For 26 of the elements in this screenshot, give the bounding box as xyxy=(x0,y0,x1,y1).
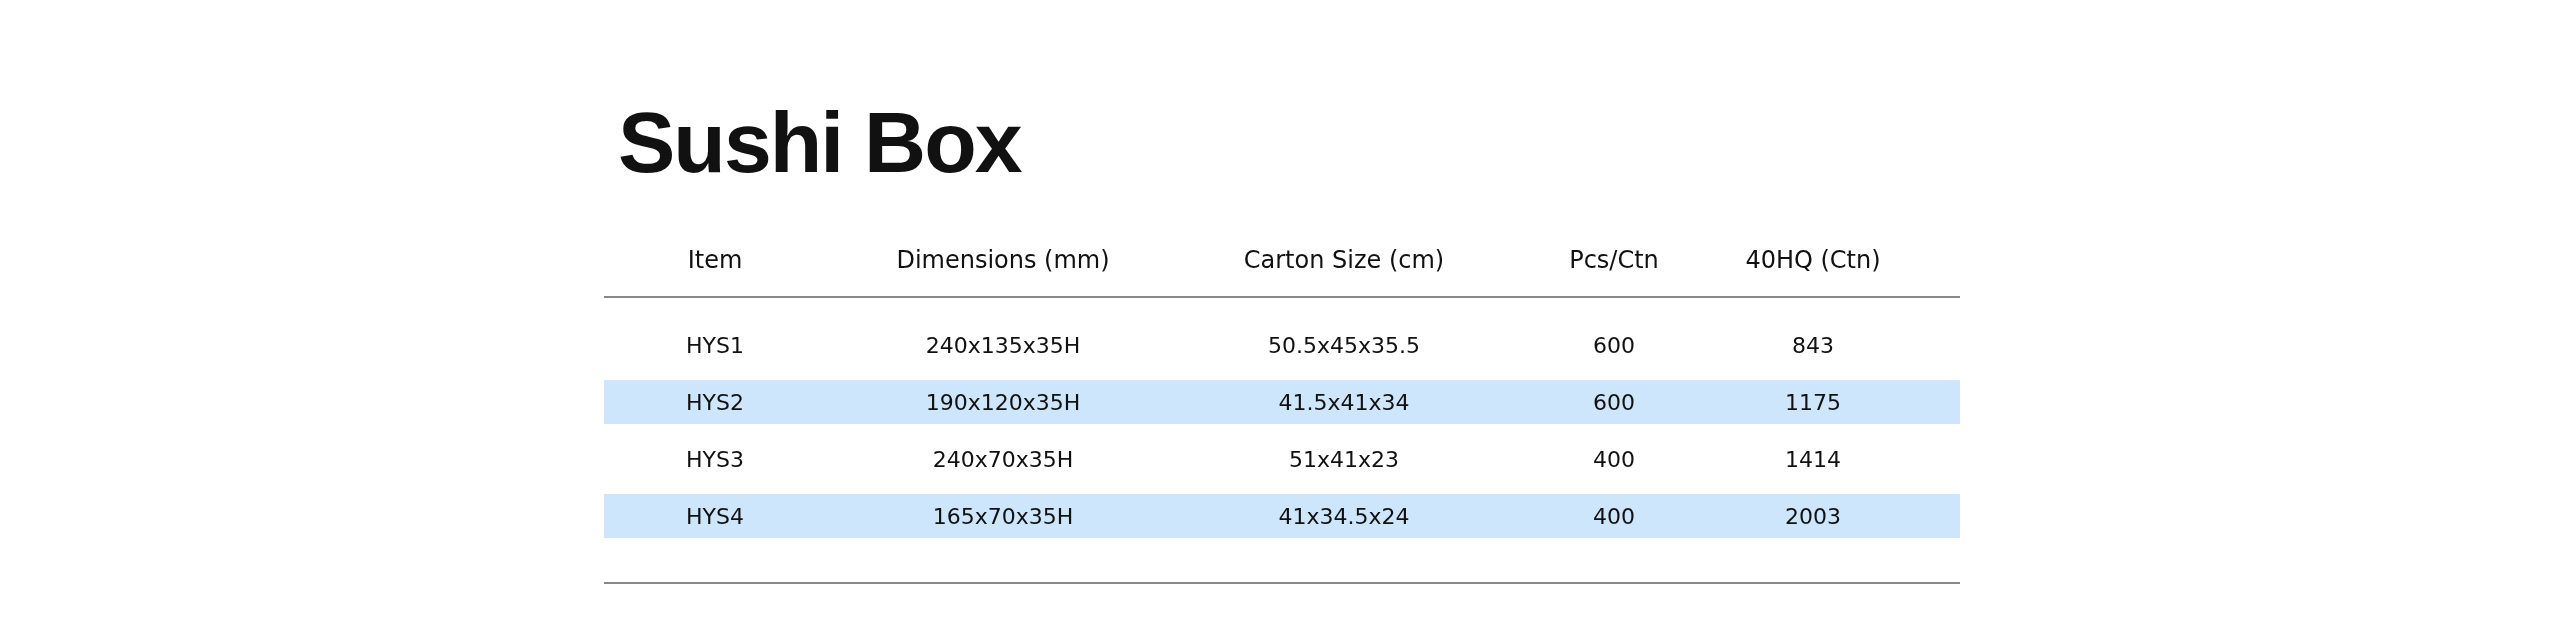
column-header: Item xyxy=(687,246,743,274)
table-cell: HYS2 xyxy=(686,389,744,415)
table-cell: 600 xyxy=(1593,332,1635,358)
table-cell: 400 xyxy=(1593,446,1635,472)
table-cell: 1175 xyxy=(1785,389,1841,415)
column-header: Pcs/Ctn xyxy=(1569,246,1659,274)
table-cell: 1414 xyxy=(1785,446,1841,472)
table-cell: 240x135x35H xyxy=(925,332,1081,358)
table-cell: HYS3 xyxy=(686,446,744,472)
table-cell: 50.5x45x35.5 xyxy=(1268,332,1420,358)
table-cell: HYS4 xyxy=(686,503,744,529)
table-cell: 843 xyxy=(1792,332,1834,358)
table-cell: 240x70x35H xyxy=(932,446,1074,472)
column-header: 40HQ (Ctn) xyxy=(1745,246,1881,274)
table-cell: 41x34.5x24 xyxy=(1278,503,1410,529)
page-title: Sushi Box xyxy=(618,93,1023,192)
column-header: Carton Size (cm) xyxy=(1243,246,1445,274)
table-cell: 41.5x41x34 xyxy=(1278,389,1410,415)
table-cell: 51x41x23 xyxy=(1289,446,1399,472)
column-header: Dimensions (mm) xyxy=(896,246,1110,274)
table-cell: 600 xyxy=(1593,389,1635,415)
table-cell: 165x70x35H xyxy=(932,503,1074,529)
table-cell: 2003 xyxy=(1785,503,1841,529)
table-cell: HYS1 xyxy=(686,332,744,358)
table-cell: 400 xyxy=(1593,503,1635,529)
table-cell: 190x120x35H xyxy=(925,389,1081,415)
